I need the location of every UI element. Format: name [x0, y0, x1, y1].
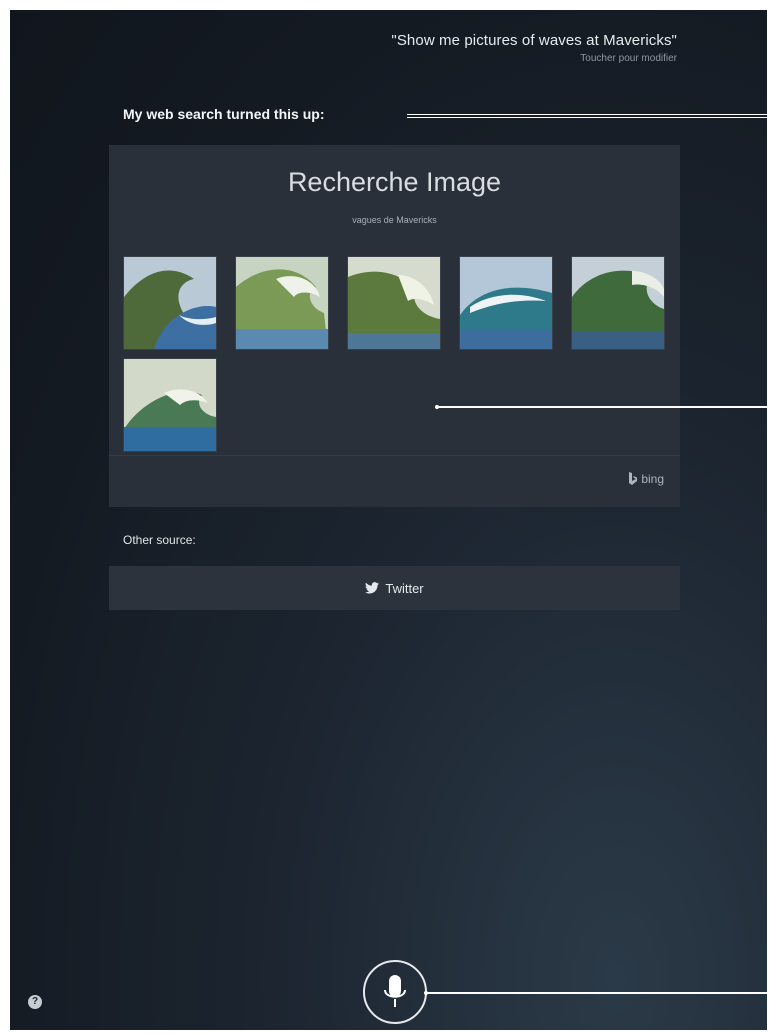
wave-photo-icon — [124, 257, 216, 349]
wave-photo-icon — [460, 257, 552, 349]
twitter-bird-icon — [365, 582, 380, 594]
wave-thumbnail[interactable] — [459, 256, 553, 350]
image-search-card[interactable]: Recherche Image vagues de Mavericks bing — [109, 145, 680, 507]
wave-thumbnail[interactable] — [235, 256, 329, 350]
card-title: Recherche Image — [287, 167, 502, 197]
callout-line — [427, 992, 767, 994]
siri-screen: "Show me pictures of waves at Mavericks"… — [10, 10, 767, 1030]
callout-dot — [435, 405, 439, 409]
callout-line — [407, 114, 767, 115]
microphone-icon — [384, 975, 406, 1007]
twitter-label: Twitter — [385, 580, 424, 596]
other-source-label: Other source: — [123, 533, 196, 547]
siri-query[interactable]: "Show me pictures of waves at Mavericks"… — [391, 32, 677, 64]
callout-line — [407, 117, 767, 118]
bing-logo-icon — [629, 472, 638, 485]
query-text[interactable]: "Show me pictures of waves at Mavericks" — [391, 32, 677, 49]
wave-thumbnail[interactable] — [571, 256, 665, 350]
callout-dot — [424, 991, 428, 995]
wave-thumbnail[interactable] — [123, 358, 217, 452]
wave-thumbnail[interactable] — [123, 256, 217, 350]
wave-photo-icon — [236, 257, 328, 349]
wave-thumbnail[interactable] — [347, 256, 441, 350]
help-button[interactable]: ? — [28, 995, 42, 1009]
result-heading: My web search turned this up: — [123, 106, 325, 122]
card-divider — [109, 455, 680, 456]
siri-mic-button[interactable] — [363, 960, 427, 1024]
wave-photo-icon — [572, 257, 664, 349]
edit-hint: Toucher pour modifier — [580, 53, 677, 64]
callout-line — [438, 406, 767, 408]
bing-label: bing — [641, 472, 664, 486]
card-subtitle: vagues de Mavericks — [352, 215, 437, 225]
bing-attribution: bing — [628, 472, 664, 486]
wave-photo-icon — [348, 257, 440, 349]
twitter-button[interactable]: Twitter — [109, 566, 680, 610]
wave-photo-icon — [124, 359, 216, 451]
